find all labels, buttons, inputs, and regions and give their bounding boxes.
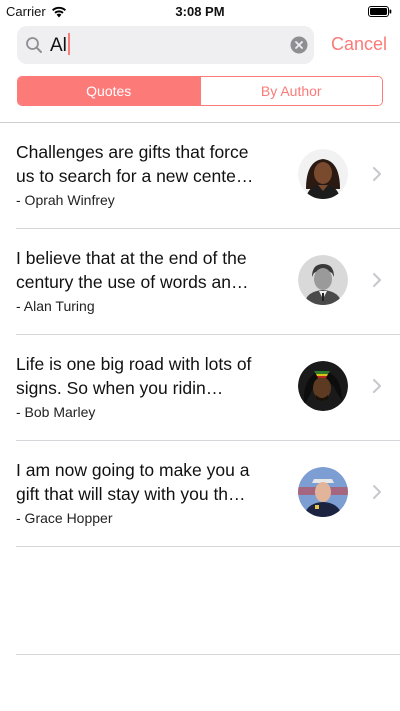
author-avatar: [298, 361, 348, 411]
text-caret: [67, 33, 70, 55]
chevron-right-icon: [373, 379, 381, 393]
bottom-divider: [16, 654, 400, 655]
status-bar: Carrier 3:08 PM: [0, 0, 400, 22]
search-input[interactable]: Al: [17, 26, 314, 64]
chevron-right-icon: [373, 273, 381, 287]
chevron-right-icon: [373, 167, 381, 181]
battery-icon: [368, 6, 392, 17]
search-icon: [26, 37, 42, 53]
quote-text: Challenges are gifts that force us to se…: [16, 142, 254, 186]
quote-author: - Bob Marley: [16, 404, 96, 420]
author-avatar: [298, 467, 348, 517]
quote-list: Challenges are gifts that force us to se…: [0, 123, 400, 547]
chevron-right-icon: [373, 485, 381, 499]
quote-row[interactable]: I believe that at the end of the century…: [0, 229, 400, 335]
cancel-button[interactable]: Cancel: [331, 32, 387, 56]
author-avatar: [298, 255, 348, 305]
segment-quotes[interactable]: Quotes: [18, 77, 200, 105]
row-divider: [16, 546, 400, 547]
quote-row[interactable]: Challenges are gifts that force us to se…: [0, 123, 400, 229]
quote-text: I am now going to make you a gift that w…: [16, 460, 250, 504]
quote-text: Life is one big road with lots of signs.…: [16, 354, 252, 398]
search-input-value: Al: [50, 33, 70, 58]
quote-row[interactable]: I am now going to make you a gift that w…: [0, 441, 400, 547]
scope-segmented-control: Quotes By Author: [17, 76, 383, 106]
quotes-search-screen: Carrier 3:08 PM Al Cancel Quotes By Auth…: [0, 0, 400, 711]
status-time: 3:08 PM: [175, 4, 225, 19]
quote-author: - Alan Turing: [16, 298, 95, 314]
clear-search-icon[interactable]: [290, 36, 308, 54]
quote-author: - Oprah Winfrey: [16, 192, 115, 208]
search-row: Al Cancel: [17, 26, 387, 64]
quote-text: I believe that at the end of the century…: [16, 248, 249, 292]
author-avatar: [298, 149, 348, 199]
quote-author: - Grace Hopper: [16, 510, 113, 526]
segment-by-author[interactable]: By Author: [199, 77, 382, 105]
quote-row[interactable]: Life is one big road with lots of signs.…: [0, 335, 400, 441]
